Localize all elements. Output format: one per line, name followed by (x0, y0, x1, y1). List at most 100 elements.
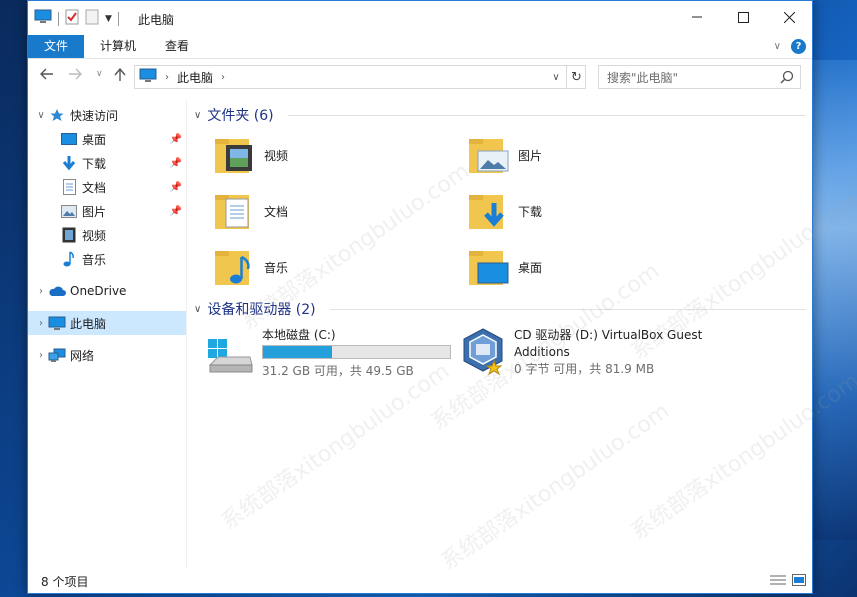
nav-quick-access[interactable]: ∨ 快速访问 (28, 103, 186, 127)
nav-item-pictures[interactable]: 图片 📌 (28, 199, 186, 223)
pin-icon[interactable]: 📌 (170, 206, 182, 217)
nav-item-documents[interactable]: 文档 📌 (28, 175, 186, 199)
large-icons-view-icon[interactable] (792, 574, 806, 589)
breadcrumb-this-pc[interactable]: 此电脑 (177, 69, 213, 86)
folder-label: 图片 (518, 148, 543, 163)
navigation-pane: ∨ 快速访问 桌面 📌 下载 📌 文档 📌 图片 📌 视频 音乐 › OneDr… (28, 99, 186, 569)
folder-documents[interactable]: 文档 (212, 189, 288, 233)
maximize-button[interactable] (720, 1, 766, 33)
folder-pictures[interactable]: 图片 (466, 133, 542, 177)
pin-icon[interactable]: 📌 (170, 182, 182, 193)
status-bar: 8 个项目 (28, 569, 812, 593)
nav-network[interactable]: › 网络 (28, 343, 186, 367)
nav-item-videos[interactable]: 视频 (28, 223, 186, 247)
drive-usage-fill (263, 346, 333, 358)
computer-icon[interactable] (34, 9, 52, 28)
chevron-right-icon[interactable]: › (34, 350, 48, 361)
picture-icon (60, 202, 78, 220)
drive-usage-bar (262, 345, 451, 359)
minimize-button[interactable] (674, 1, 720, 33)
up-button[interactable] (114, 67, 126, 86)
nav-item-downloads[interactable]: 下载 📌 (28, 151, 186, 175)
folder-label: 下载 (518, 204, 543, 219)
nav-this-pc[interactable]: › 此电脑 (28, 311, 186, 335)
title-bar: ▼ 此电脑 (28, 1, 812, 35)
folders-group-header[interactable]: ∨ 文件夹 (6) (194, 105, 806, 125)
drive-c[interactable]: 本地磁盘 (C:) 31.2 GB 可用，共 49.5 GB (206, 327, 451, 380)
content-pane: ∨ 文件夹 (6) 视频 图片 文档 下载 音乐 桌面 ∨ 设备和驱动器 (2)… (188, 99, 857, 575)
nav-item-desktop[interactable]: 桌面 📌 (28, 127, 186, 151)
nav-item-music[interactable]: 音乐 (28, 247, 186, 271)
group-divider (329, 308, 806, 310)
nav-label: 文档 (82, 180, 107, 195)
ribbon-tabs: 文件 计算机 查看 ∨ ? (28, 35, 812, 59)
video-icon (60, 226, 78, 244)
expand-ribbon-icon[interactable]: ∨ (774, 41, 781, 52)
nav-label: 图片 (82, 204, 107, 219)
customize-toolbar-icon[interactable]: ▼ (105, 14, 112, 24)
chevron-right-icon[interactable]: › (165, 72, 169, 83)
new-folder-icon[interactable] (85, 9, 99, 28)
download-folder-icon (469, 195, 504, 229)
drive-info: 本地磁盘 (C:) 31.2 GB 可用，共 49.5 GB (262, 327, 451, 380)
item-count: 8 个项目 (41, 574, 89, 589)
drive-d[interactable]: CD 驱动器 (D:) VirtualBox Guest Additions 0… (460, 327, 702, 378)
help-icon[interactable]: ? (791, 39, 806, 54)
nav-label: 快速访问 (70, 108, 119, 123)
nav-label: 视频 (82, 228, 107, 243)
virtualbox-cd-icon (463, 328, 503, 375)
watermark: 系统部落xitongbuluo.com (436, 398, 675, 576)
drive-name-continued: Additions (514, 345, 570, 359)
tab-file[interactable]: 文件 (28, 35, 84, 58)
close-button[interactable] (766, 1, 812, 33)
folder-videos[interactable]: 视频 (212, 133, 288, 177)
search-icon[interactable] (780, 70, 794, 87)
group-title: 设备和驱动器 (2) (207, 302, 316, 318)
view-switcher (770, 574, 806, 589)
nav-onedrive[interactable]: › OneDrive (28, 279, 186, 303)
details-view-icon[interactable] (770, 574, 786, 589)
search-input[interactable]: 搜索"此电脑" (598, 65, 801, 89)
window-controls (674, 1, 812, 33)
navigation-bar: ∨ › 此电脑 › ∨ ↻ 搜索"此电脑" (28, 63, 812, 91)
quick-access-toolbar: ▼ (34, 9, 119, 28)
forward-button[interactable] (68, 68, 82, 84)
group-title: 文件夹 (6) (207, 108, 274, 124)
document-icon (60, 178, 78, 196)
chevron-down-icon[interactable]: ∨ (194, 304, 201, 315)
recent-locations-button[interactable]: ∨ (96, 69, 103, 79)
folder-music[interactable]: 音乐 (212, 245, 288, 289)
back-button[interactable] (40, 68, 54, 84)
picture-folder-icon (469, 139, 509, 173)
refresh-button[interactable]: ↻ (566, 65, 586, 89)
tab-computer[interactable]: 计算机 (88, 35, 148, 58)
pin-icon[interactable]: 📌 (170, 134, 182, 145)
pane-divider[interactable] (186, 99, 187, 569)
cloud-icon (48, 282, 66, 300)
chevron-down-icon[interactable]: ∨ (194, 110, 201, 121)
chevron-right-icon[interactable]: › (221, 72, 225, 83)
star-icon (48, 106, 66, 124)
drive-name: 本地磁盘 (C:) (262, 328, 336, 342)
music-folder-icon (215, 251, 250, 285)
drive-space: 31.2 GB 可用，共 49.5 GB (262, 364, 414, 378)
nav-label: 网络 (70, 348, 95, 363)
address-dropdown-icon[interactable]: ∨ (547, 72, 565, 83)
chevron-right-icon[interactable]: › (34, 286, 48, 297)
tab-view[interactable]: 查看 (153, 35, 201, 58)
nav-label: OneDrive (70, 284, 127, 298)
pin-icon[interactable]: 📌 (170, 158, 182, 169)
toolbar-separator (117, 11, 119, 26)
chevron-down-icon[interactable]: ∨ (34, 110, 48, 121)
folder-downloads[interactable]: 下载 (466, 189, 542, 233)
window-title: 此电脑 (138, 13, 175, 27)
folder-desktop[interactable]: 桌面 (466, 245, 542, 289)
properties-icon[interactable] (65, 9, 79, 28)
chevron-right-icon[interactable]: › (34, 318, 48, 329)
address-bar[interactable]: › 此电脑 › ∨ (134, 65, 586, 89)
nav-label: 桌面 (82, 132, 107, 147)
devices-group-header[interactable]: ∨ 设备和驱动器 (2) (194, 299, 806, 319)
windows-drive-icon (208, 339, 253, 373)
watermark: 系统部落xitongbuluo.com (216, 358, 455, 536)
music-icon (60, 250, 78, 268)
